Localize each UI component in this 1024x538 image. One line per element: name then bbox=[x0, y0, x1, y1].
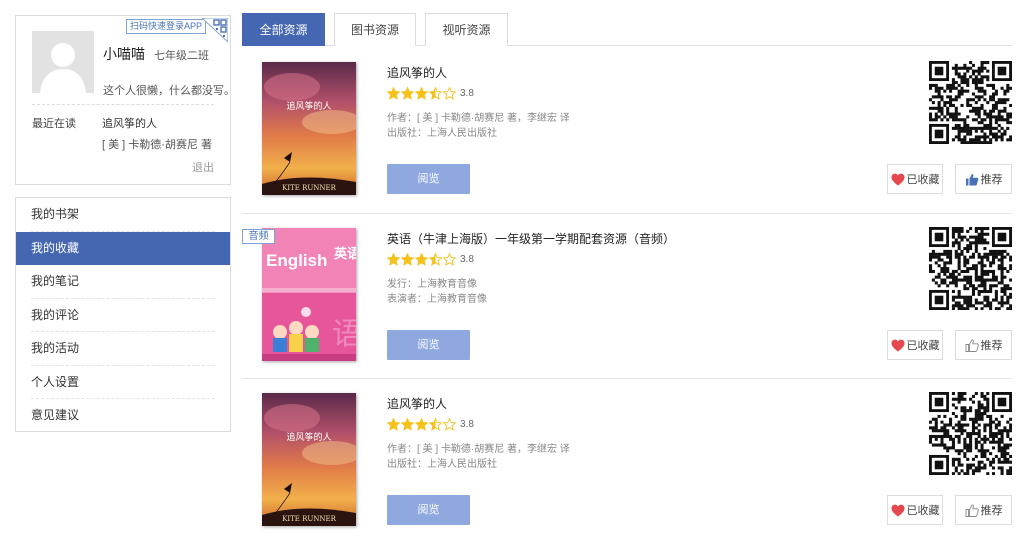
favorite-button[interactable]: 已收藏 bbox=[887, 330, 943, 360]
avatar[interactable] bbox=[32, 31, 94, 93]
recommend-label: 推荐 bbox=[980, 174, 1003, 186]
recommend-button[interactable]: 推荐 bbox=[955, 495, 1012, 525]
logout-link[interactable]: 退出 bbox=[192, 159, 214, 175]
read-button[interactable]: 阅览 bbox=[387, 164, 470, 194]
user-name: 小喵喵 bbox=[103, 46, 145, 62]
book-cover[interactable]: 追风筝的人 KITE RUNNER bbox=[262, 62, 356, 195]
star-full-icon bbox=[387, 252, 400, 266]
thumbs-up-icon bbox=[965, 173, 978, 185]
cover-en-title: KITE RUNNER bbox=[282, 515, 337, 523]
resource-performer: 表演者：上海教育音像 bbox=[387, 294, 487, 305]
resource-author: 作者：[ 美 ] 卡勒德·胡赛尼 著，李继宏 译 bbox=[387, 113, 570, 124]
star-half-icon bbox=[429, 417, 442, 431]
star-full-icon bbox=[415, 252, 428, 266]
rating-score: 3.8 bbox=[460, 418, 474, 430]
favorite-label: 已收藏 bbox=[906, 505, 940, 517]
resource-row: 追风筝的人 KITE RUNNER 追风筝的人 3.8 作者：[ 美 ] 卡勒德… bbox=[242, 48, 1013, 213]
qr-code-icon[interactable] bbox=[202, 18, 228, 42]
rating-score: 3.8 bbox=[460, 87, 474, 99]
menu-item-comments[interactable]: 我的评论 bbox=[16, 299, 230, 333]
user-signature: 这个人很懒，什么都没写。 bbox=[103, 85, 235, 97]
recommend-label: 推荐 bbox=[980, 340, 1003, 352]
star-full-icon bbox=[401, 417, 414, 431]
recommend-label: 推荐 bbox=[980, 505, 1003, 517]
book-cover[interactable]: 追风筝的人 KITE RUNNER bbox=[262, 393, 356, 526]
book-cover[interactable]: English 英语 语 bbox=[262, 228, 356, 361]
recent-reading-title[interactable]: 追风筝的人 bbox=[102, 115, 157, 131]
divider bbox=[32, 104, 214, 105]
recent-reading-label: 最近在读 bbox=[32, 118, 76, 130]
read-button[interactable]: 阅览 bbox=[387, 330, 470, 360]
heart-icon bbox=[891, 504, 904, 516]
star-full-icon bbox=[387, 417, 400, 431]
tab-audiovisual-resources[interactable]: 视听资源 bbox=[425, 13, 508, 46]
resource-publisher: 出版社：上海人民出版社 bbox=[387, 128, 497, 139]
resource-qr-code bbox=[929, 61, 1013, 145]
english-textbook-cover-image: English 英语 语 bbox=[262, 228, 356, 361]
star-half-icon bbox=[429, 86, 442, 100]
star-full-icon bbox=[401, 86, 414, 100]
star-half-icon bbox=[429, 252, 442, 266]
resource-row: 音频 English 英语 语 英语（牛津上海版）一年级第一学期配套资源（音频）… bbox=[242, 214, 1013, 379]
cover-title: 追风筝的人 bbox=[286, 100, 331, 112]
rating-score: 3.8 bbox=[460, 253, 474, 265]
qr-code-icon bbox=[929, 392, 1013, 476]
rating-stars: 3.8 bbox=[387, 86, 474, 100]
rating-stars: 3.8 bbox=[387, 252, 474, 266]
cover-cn-title: 英语 bbox=[333, 246, 356, 262]
recommend-button[interactable]: 推荐 bbox=[955, 330, 1012, 360]
recent-reading-author: [ 美 ] 卡勒德·胡赛尼 著 bbox=[102, 139, 212, 151]
recommend-button[interactable]: 推荐 bbox=[955, 164, 1012, 194]
menu-item-bookshelf[interactable]: 我的书架 bbox=[16, 198, 230, 232]
menu-item-notes[interactable]: 我的笔记 bbox=[16, 265, 230, 299]
read-button[interactable]: 阅览 bbox=[387, 495, 470, 525]
thumbs-up-outline-icon bbox=[965, 339, 979, 352]
star-empty-icon bbox=[443, 86, 456, 100]
tab-all-resources[interactable]: 全部资源 bbox=[242, 13, 325, 46]
menu-item-feedback[interactable]: 意见建议 bbox=[16, 399, 230, 433]
star-full-icon bbox=[387, 86, 400, 100]
star-empty-icon bbox=[443, 417, 456, 431]
resource-title[interactable]: 追风筝的人 bbox=[387, 64, 447, 81]
heart-icon bbox=[891, 339, 904, 351]
avatar-placeholder-icon bbox=[32, 31, 94, 93]
favorite-button[interactable]: 已收藏 bbox=[887, 164, 943, 194]
kite-runner-cover-image: 追风筝的人 KITE RUNNER bbox=[262, 393, 356, 526]
side-menu: 我的书架 我的收藏 我的笔记 我的评论 我的活动 个人设置 意见建议 bbox=[15, 197, 231, 432]
audio-tag-badge: 音频 bbox=[242, 229, 275, 244]
favorite-label: 已收藏 bbox=[906, 340, 940, 352]
resource-title[interactable]: 追风筝的人 bbox=[387, 395, 447, 412]
heart-icon bbox=[891, 173, 904, 185]
menu-item-favorites[interactable]: 我的收藏 bbox=[16, 231, 230, 265]
rating-stars: 3.8 bbox=[387, 417, 474, 431]
resource-row: 追风筝的人 KITE RUNNER 追风筝的人 3.8 作者：[ 美 ] 卡勒德… bbox=[242, 379, 1013, 538]
kite-runner-cover-image: 追风筝的人 KITE RUNNER bbox=[262, 62, 356, 195]
svg-text:语: 语 bbox=[332, 317, 356, 352]
qr-login-badge[interactable]: 扫码快速登录APP bbox=[126, 19, 207, 34]
favorite-button[interactable]: 已收藏 bbox=[887, 495, 943, 525]
menu-item-settings[interactable]: 个人设置 bbox=[16, 366, 230, 400]
cover-en-title: KITE RUNNER bbox=[282, 184, 337, 192]
star-full-icon bbox=[401, 252, 414, 266]
star-empty-icon bbox=[443, 252, 456, 266]
star-full-icon bbox=[415, 417, 428, 431]
resource-publisher: 出版社：上海人民出版社 bbox=[387, 459, 497, 470]
qr-code-icon bbox=[929, 227, 1013, 311]
resource-qr-code bbox=[929, 392, 1013, 476]
qr-code-icon bbox=[929, 61, 1013, 145]
resource-tabs: 全部资源 图书资源 视听资源 bbox=[242, 13, 1012, 46]
menu-item-activities[interactable]: 我的活动 bbox=[16, 332, 230, 366]
cover-title: English bbox=[266, 251, 327, 270]
user-class: 七年级二班 bbox=[154, 50, 209, 62]
profile-card: 扫码快速登录APP 小喵喵 七年级二班 这个人很懒，什么都没写。 最近在读 追风… bbox=[15, 15, 235, 185]
favorite-label: 已收藏 bbox=[906, 174, 940, 186]
thumbs-up-outline-icon bbox=[965, 504, 979, 517]
resource-qr-code bbox=[929, 227, 1013, 311]
resource-author: 作者：[ 美 ] 卡勒德·胡赛尼 著，李继宏 译 bbox=[387, 444, 570, 455]
tab-book-resources[interactable]: 图书资源 bbox=[334, 13, 416, 46]
resource-title[interactable]: 英语（牛津上海版）一年级第一学期配套资源（音频） bbox=[387, 230, 675, 247]
star-full-icon bbox=[415, 86, 428, 100]
cover-title: 追风筝的人 bbox=[286, 431, 331, 443]
resource-issuer: 发行：上海教育音像 bbox=[387, 279, 477, 290]
